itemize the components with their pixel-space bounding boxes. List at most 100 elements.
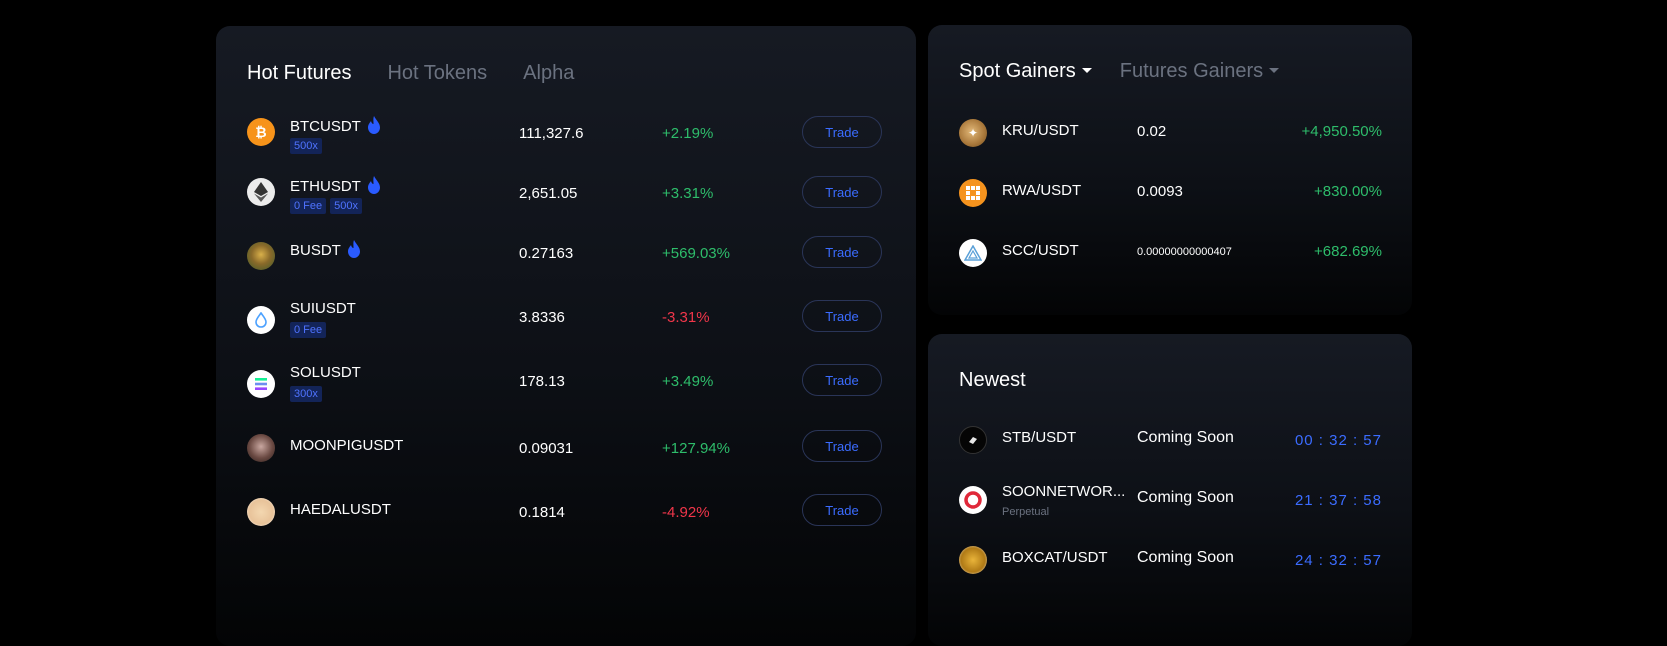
last-price: 0.0093 — [1137, 183, 1183, 200]
trade-button[interactable]: Trade — [802, 236, 882, 268]
tab-alpha[interactable]: Alpha — [523, 62, 574, 85]
price-change: -4.92% — [662, 504, 710, 521]
hot-flame-icon — [347, 240, 360, 258]
tab-futures-gainers[interactable]: Futures Gainers — [1119, 60, 1280, 83]
last-price: 0.02 — [1137, 123, 1167, 140]
price-change: +127.94% — [662, 440, 730, 457]
newest-title: Newest — [959, 369, 1026, 391]
last-price: 2,651.05 — [519, 185, 578, 202]
price-change: +830.00% — [1314, 183, 1382, 200]
badges: 300x — [290, 386, 326, 402]
chevron-down-icon — [1269, 68, 1280, 74]
last-price: 0.1814 — [519, 504, 565, 521]
trade-button[interactable]: Trade — [802, 116, 882, 148]
badges: 0 Fee — [290, 322, 330, 338]
symbol-label: ETHUSDT — [290, 176, 381, 195]
futures-row-solusdt[interactable]: SOLUSDT 300x 178.13 +3.49% Trade — [216, 360, 916, 408]
price-change: -3.31% — [662, 309, 710, 326]
newest-panel: Newest STB/USDT Coming Soon 00 : 32 : 57… — [928, 334, 1412, 646]
tab-spot-gainers-label: Spot Gainers — [959, 60, 1076, 82]
symbol-text: SUIUSDT — [290, 300, 356, 317]
tab-hot-futures[interactable]: Hot Futures — [247, 62, 351, 85]
trade-button[interactable]: Trade — [802, 300, 882, 332]
moonpig-icon — [247, 434, 275, 462]
last-price: 0.09031 — [519, 440, 574, 457]
sui-icon — [247, 306, 275, 334]
price-change: +2.19% — [662, 125, 714, 142]
futures-row-ethusdt[interactable]: ETHUSDT 0 Fee 500x 2,651.05 +3.31% Trade — [216, 168, 916, 216]
gainer-row-rwa[interactable]: RWA/USDT 0.0093 +830.00% — [928, 169, 1412, 217]
trade-button[interactable]: Trade — [802, 430, 882, 462]
symbol-text: BUSDT — [290, 242, 341, 259]
rwa-icon — [959, 179, 987, 207]
pair-text: SOONNETWOR... — [1002, 483, 1126, 500]
futures-row-suiusdt[interactable]: SUIUSDT 0 Fee 3.8336 -3.31% Trade — [216, 296, 916, 344]
tab-hot-tokens[interactable]: Hot Tokens — [387, 62, 487, 85]
last-price: 3.8336 — [519, 309, 565, 326]
tab-futures-gainers-label: Futures Gainers — [1119, 60, 1264, 82]
futures-tabs: Hot Futures Hot Tokens Alpha — [247, 62, 610, 85]
futures-row-haedalusdt[interactable]: HAEDALUSDT 0.1814 -4.92% Trade — [216, 488, 916, 536]
hot-flame-icon — [367, 176, 380, 194]
price-change: +3.31% — [662, 185, 714, 202]
leverage-badge: 300x — [290, 386, 322, 402]
futures-row-busdt[interactable]: BUSDT 0.27163 +569.03% Trade — [216, 232, 916, 280]
symbol-text: MOONPIGUSDT — [290, 437, 404, 454]
symbol-text: SOLUSDT — [290, 364, 361, 381]
gainer-row-scc[interactable]: SCC/USDT 0.00000000000407 +682.69% — [928, 229, 1412, 277]
symbol-label: BTCUSDT — [290, 116, 381, 135]
symbol-text: BTCUSDT — [290, 118, 361, 135]
badges: 500x — [290, 138, 326, 154]
symbol-text: ETHUSDT — [290, 178, 361, 195]
countdown-timer: 00 : 32 : 57 — [1294, 432, 1382, 449]
hot-flame-icon — [367, 116, 380, 134]
price-change: +682.69% — [1314, 243, 1382, 260]
countdown-timer: 24 : 32 : 57 — [1294, 552, 1382, 569]
gainers-tabs: Spot Gainers Futures Gainers — [959, 60, 1315, 83]
trade-button[interactable]: Trade — [802, 176, 882, 208]
gainer-row-kru[interactable]: ✦ KRU/USDT 0.02 +4,950.50% — [928, 109, 1412, 157]
soon-network-icon — [959, 486, 987, 514]
fee-badge: 0 Fee — [290, 198, 327, 214]
futures-row-moonpigusdt[interactable]: MOONPIGUSDT 0.09031 +127.94% Trade — [216, 424, 916, 472]
trade-button[interactable]: Trade — [802, 364, 882, 396]
newest-row-boxcat[interactable]: BOXCAT/USDT Coming Soon 24 : 32 : 57 — [928, 536, 1412, 584]
badges: 0 Fee 500x — [290, 198, 366, 214]
ethereum-icon — [247, 178, 275, 206]
leverage-badge: 500x — [290, 138, 322, 154]
leverage-badge: 500x — [330, 198, 362, 214]
futures-row-btcusdt[interactable]: ₿ BTCUSDT 500x 111,327.6 +2.19% Trade — [216, 108, 916, 156]
scc-icon — [959, 239, 987, 267]
newest-row-stb[interactable]: STB/USDT Coming Soon 00 : 32 : 57 — [928, 416, 1412, 464]
b-token-icon — [247, 242, 275, 270]
pair-text: STB/USDT — [1002, 429, 1077, 446]
pair-text: BOXCAT/USDT — [1002, 549, 1108, 566]
solana-icon — [247, 370, 275, 398]
contract-type: Perpetual — [1002, 506, 1050, 518]
price-change: +3.49% — [662, 373, 714, 390]
chevron-down-icon — [1081, 68, 1092, 74]
pair-text: RWA/USDT — [1002, 182, 1082, 199]
newest-row-soonnetwork[interactable]: SOONNETWOR... Perpetual Coming Soon 21 :… — [928, 476, 1412, 524]
last-price: 0.27163 — [519, 245, 574, 262]
trade-button[interactable]: Trade — [802, 494, 882, 526]
last-price: 178.13 — [519, 373, 565, 390]
price-change: +569.03% — [662, 245, 730, 262]
listing-status: Coming Soon — [1137, 429, 1234, 446]
haedal-icon — [247, 498, 275, 526]
pair-text: SCC/USDT — [1002, 242, 1079, 259]
gainers-panel: Spot Gainers Futures Gainers ✦ KRU/USDT … — [928, 25, 1412, 315]
stb-icon — [959, 426, 987, 454]
boxcat-icon — [959, 546, 987, 574]
kru-icon: ✦ — [959, 119, 987, 147]
listing-status: Coming Soon — [1137, 489, 1234, 506]
bitcoin-icon: ₿ — [247, 118, 275, 146]
hot-futures-panel: Hot Futures Hot Tokens Alpha ₿ BTCUSDT 5… — [216, 26, 916, 646]
countdown-timer: 21 : 37 : 58 — [1294, 492, 1382, 509]
fee-badge: 0 Fee — [290, 322, 327, 338]
tab-spot-gainers[interactable]: Spot Gainers — [959, 60, 1092, 83]
symbol-text: HAEDALUSDT — [290, 501, 391, 518]
listing-status: Coming Soon — [1137, 549, 1234, 566]
price-change: +4,950.50% — [1301, 123, 1383, 140]
last-price: 111,327.6 — [519, 125, 584, 142]
